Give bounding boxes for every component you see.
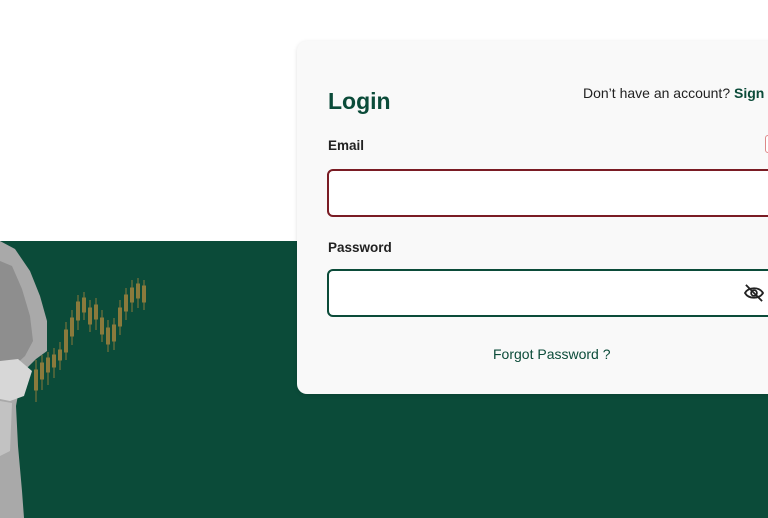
- password-label: Password: [328, 240, 392, 255]
- forgot-password-link[interactable]: Forgot Password ?: [493, 346, 611, 362]
- email-field[interactable]: [329, 171, 768, 215]
- login-card: Login Don’t have an account? Sign U Emai…: [297, 41, 768, 394]
- candlestick-graphic: [34, 278, 146, 402]
- email-field-wrapper: [327, 169, 768, 217]
- signup-prompt-text: Don’t have an account?: [583, 85, 731, 101]
- login-title: Login: [328, 88, 391, 114]
- password-field-wrapper: [327, 269, 768, 317]
- password-field[interactable]: [329, 271, 768, 315]
- eye-slash-icon[interactable]: [743, 284, 765, 302]
- signup-prompt: Don’t have an account? Sign U: [583, 85, 768, 101]
- email-label: Email: [328, 138, 365, 153]
- signup-link[interactable]: Sign U: [734, 85, 768, 101]
